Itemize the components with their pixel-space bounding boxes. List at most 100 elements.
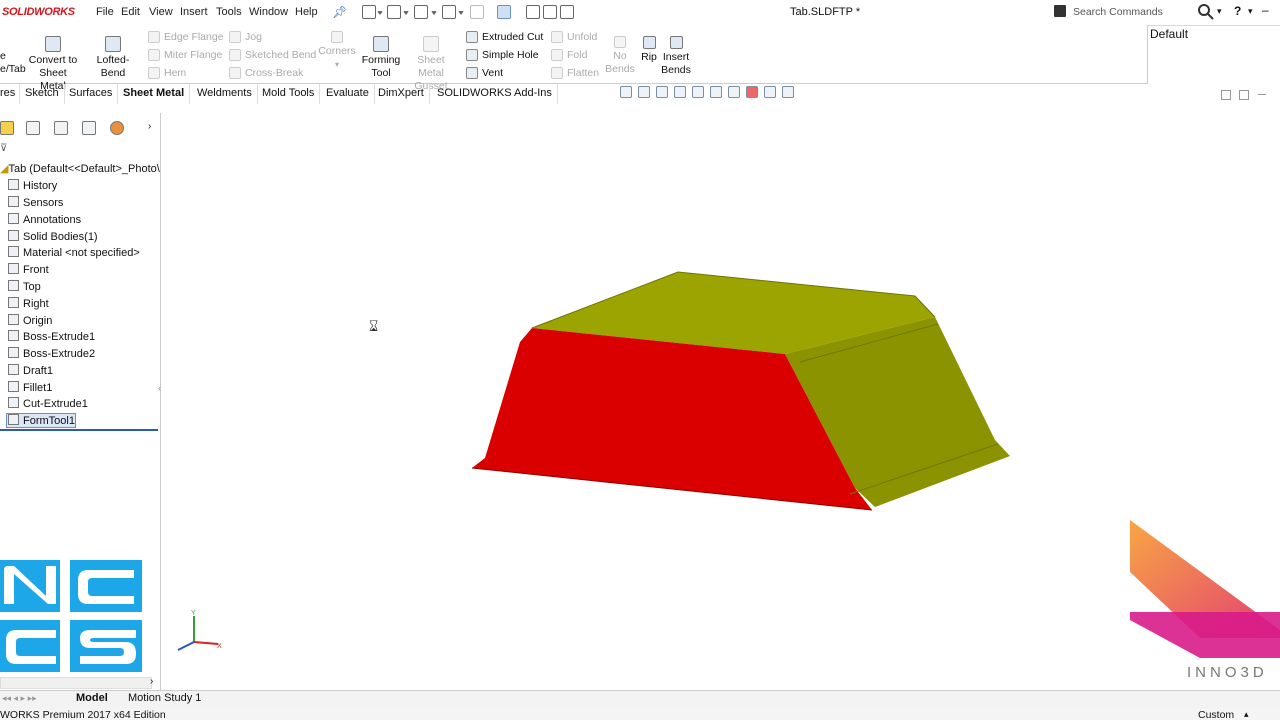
zoom-to-fit-icon[interactable]	[620, 86, 632, 98]
search-input[interactable]: Search Commands	[1073, 6, 1163, 18]
tree-item-history[interactable]: History	[8, 179, 57, 192]
tab-mold-tools[interactable]: Mold Tools	[257, 84, 321, 104]
menu-edit[interactable]: Edit	[121, 6, 140, 18]
no-bends-button[interactable]: No Bends	[605, 36, 635, 76]
scroll-right-icon[interactable]: ›	[150, 676, 153, 687]
open-document-icon[interactable]	[387, 5, 401, 19]
tab-dimxpert[interactable]: DimXpert	[373, 84, 430, 104]
tab-model[interactable]: Model	[76, 692, 108, 704]
forming-tool-button[interactable]: Forming Tool	[361, 36, 401, 80]
tab-features[interactable]: res	[0, 84, 20, 104]
edit-appearance-icon[interactable]	[746, 86, 758, 98]
minimize-icon[interactable]: –	[1262, 3, 1269, 17]
tree-item-sensors[interactable]: Sensors	[8, 196, 63, 209]
chevron-down-icon[interactable]	[431, 11, 437, 17]
chevron-down-icon[interactable]	[377, 11, 383, 17]
options-gear-icon[interactable]	[560, 5, 574, 19]
display-manager-tab-icon[interactable]	[110, 121, 124, 135]
help-icon[interactable]: ?	[1234, 4, 1241, 18]
cross-break-button[interactable]: Cross-Break	[229, 67, 303, 80]
zoom-to-area-icon[interactable]	[638, 86, 650, 98]
new-document-icon[interactable]	[362, 5, 376, 19]
extruded-cut-button[interactable]: Extruded Cut	[466, 31, 543, 44]
pin-icon[interactable]: 📌︎	[332, 5, 347, 19]
tree-item-draft1[interactable]: Draft1	[8, 364, 53, 377]
file-properties-icon[interactable]	[543, 5, 557, 19]
tree-item-fillet1[interactable]: Fillet1	[8, 381, 52, 394]
tab-sheet-metal[interactable]: Sheet Metal	[118, 84, 191, 104]
unit-system-selector[interactable]: Custom	[1198, 709, 1234, 721]
search-dropdown-icon[interactable]: ▾	[1217, 6, 1222, 17]
configuration-name[interactable]: Default	[1150, 27, 1280, 45]
tab-navigation-arrows-icon[interactable]: ◂◂ ◂ ▸ ▸▸	[2, 693, 37, 704]
tree-item-top-plane[interactable]: Top	[8, 280, 41, 293]
menu-file[interactable]: File	[96, 6, 114, 18]
view-settings-icon[interactable]	[782, 86, 794, 98]
configuration-manager-tab-icon[interactable]	[54, 121, 68, 135]
tree-item-origin[interactable]: Origin	[8, 314, 52, 327]
chevron-down-icon[interactable]	[403, 11, 409, 17]
apply-scene-icon[interactable]	[764, 86, 776, 98]
fold-button[interactable]: Fold	[551, 49, 587, 62]
units-dropdown-icon[interactable]: ▴	[1244, 709, 1249, 720]
vent-button[interactable]: Vent	[466, 67, 503, 80]
tree-item-front-plane[interactable]: Front	[8, 263, 49, 276]
unfold-button[interactable]: Unfold	[551, 31, 597, 44]
help-dropdown-icon[interactable]: ▾	[1248, 6, 1253, 17]
tree-item-boss-extrude1[interactable]: Boss-Extrude1	[8, 330, 95, 343]
hem-button[interactable]: Hem	[148, 67, 186, 80]
tree-item-boss-extrude2[interactable]: Boss-Extrude2	[8, 347, 95, 360]
corners-button[interactable]: Corners ▾	[318, 31, 356, 71]
feature-manager-tab-icon[interactable]	[0, 121, 14, 135]
save-icon[interactable]	[414, 5, 428, 19]
tree-item-cut-extrude1[interactable]: Cut-Extrude1	[8, 397, 88, 410]
chevron-down-icon[interactable]	[458, 11, 464, 17]
filter-icon[interactable]: ⊽	[0, 143, 7, 154]
tab-sketch[interactable]: Sketch	[20, 84, 65, 104]
search-icon[interactable]	[1197, 3, 1215, 21]
menu-insert[interactable]: Insert	[180, 6, 208, 18]
rip-button[interactable]: Rip	[639, 36, 659, 64]
3d-sheet-metal-part[interactable]	[460, 262, 1020, 518]
tab-surfaces[interactable]: Surfaces	[64, 84, 119, 104]
tree-item-right-plane[interactable]: Right	[8, 297, 49, 310]
view-orientation-icon[interactable]	[692, 86, 704, 98]
menu-view[interactable]: View	[149, 6, 173, 18]
select-icon[interactable]	[497, 5, 511, 19]
menu-tools[interactable]: Tools	[216, 6, 242, 18]
tab-motion-study[interactable]: Motion Study 1	[128, 692, 201, 704]
tree-item-material[interactable]: Material <not specified>	[8, 246, 140, 259]
maximize-icon[interactable]	[1239, 90, 1249, 100]
tree-item-solid-bodies[interactable]: Solid Bodies(1)	[8, 230, 98, 243]
tree-root-part[interactable]: ◢Tab (Default<<Default>_Photo\	[0, 162, 160, 175]
simple-hole-button[interactable]: Simple Hole	[466, 49, 539, 62]
miter-flange-button[interactable]: Miter Flange	[148, 49, 222, 62]
panel-scroll-right-icon[interactable]: ›	[148, 121, 151, 132]
restore-icon[interactable]	[1221, 90, 1231, 100]
jog-button[interactable]: Jog	[229, 31, 262, 44]
insert-bends-button[interactable]: Insert Bends	[661, 36, 691, 77]
undo-icon[interactable]	[470, 5, 484, 19]
section-view-icon[interactable]	[674, 86, 686, 98]
rollback-bar[interactable]	[0, 429, 158, 431]
hide-show-items-icon[interactable]	[728, 86, 740, 98]
previous-view-icon[interactable]	[656, 86, 668, 98]
minimize-view-icon[interactable]	[1258, 94, 1266, 95]
base-flange-tab-button[interactable]: e e/Tab	[0, 50, 26, 76]
tab-solidworks-add-ins[interactable]: SOLIDWORKS Add-Ins	[432, 84, 558, 104]
menu-help[interactable]: Help	[295, 6, 318, 18]
panel-horizontal-scrollbar[interactable]	[0, 677, 152, 689]
solidworks-logo[interactable]: SOLIDWORKS	[2, 6, 75, 18]
tab-evaluate[interactable]: Evaluate	[321, 84, 375, 104]
tree-item-annotations[interactable]: Annotations	[8, 213, 81, 226]
tab-weldments[interactable]: Weldments	[192, 84, 258, 104]
sketched-bend-button[interactable]: Sketched Bend	[229, 49, 316, 62]
tree-item-formtool1[interactable]: FormTool1	[8, 414, 75, 427]
property-manager-tab-icon[interactable]	[26, 121, 40, 135]
dimxpert-manager-tab-icon[interactable]	[82, 121, 96, 135]
lofted-bend-button[interactable]: Lofted-Bend	[85, 36, 141, 80]
menu-window[interactable]: Window	[249, 6, 288, 18]
print-icon[interactable]	[442, 5, 456, 19]
rebuild-icon[interactable]	[526, 5, 540, 19]
flatten-button[interactable]: Flatten	[551, 67, 599, 80]
